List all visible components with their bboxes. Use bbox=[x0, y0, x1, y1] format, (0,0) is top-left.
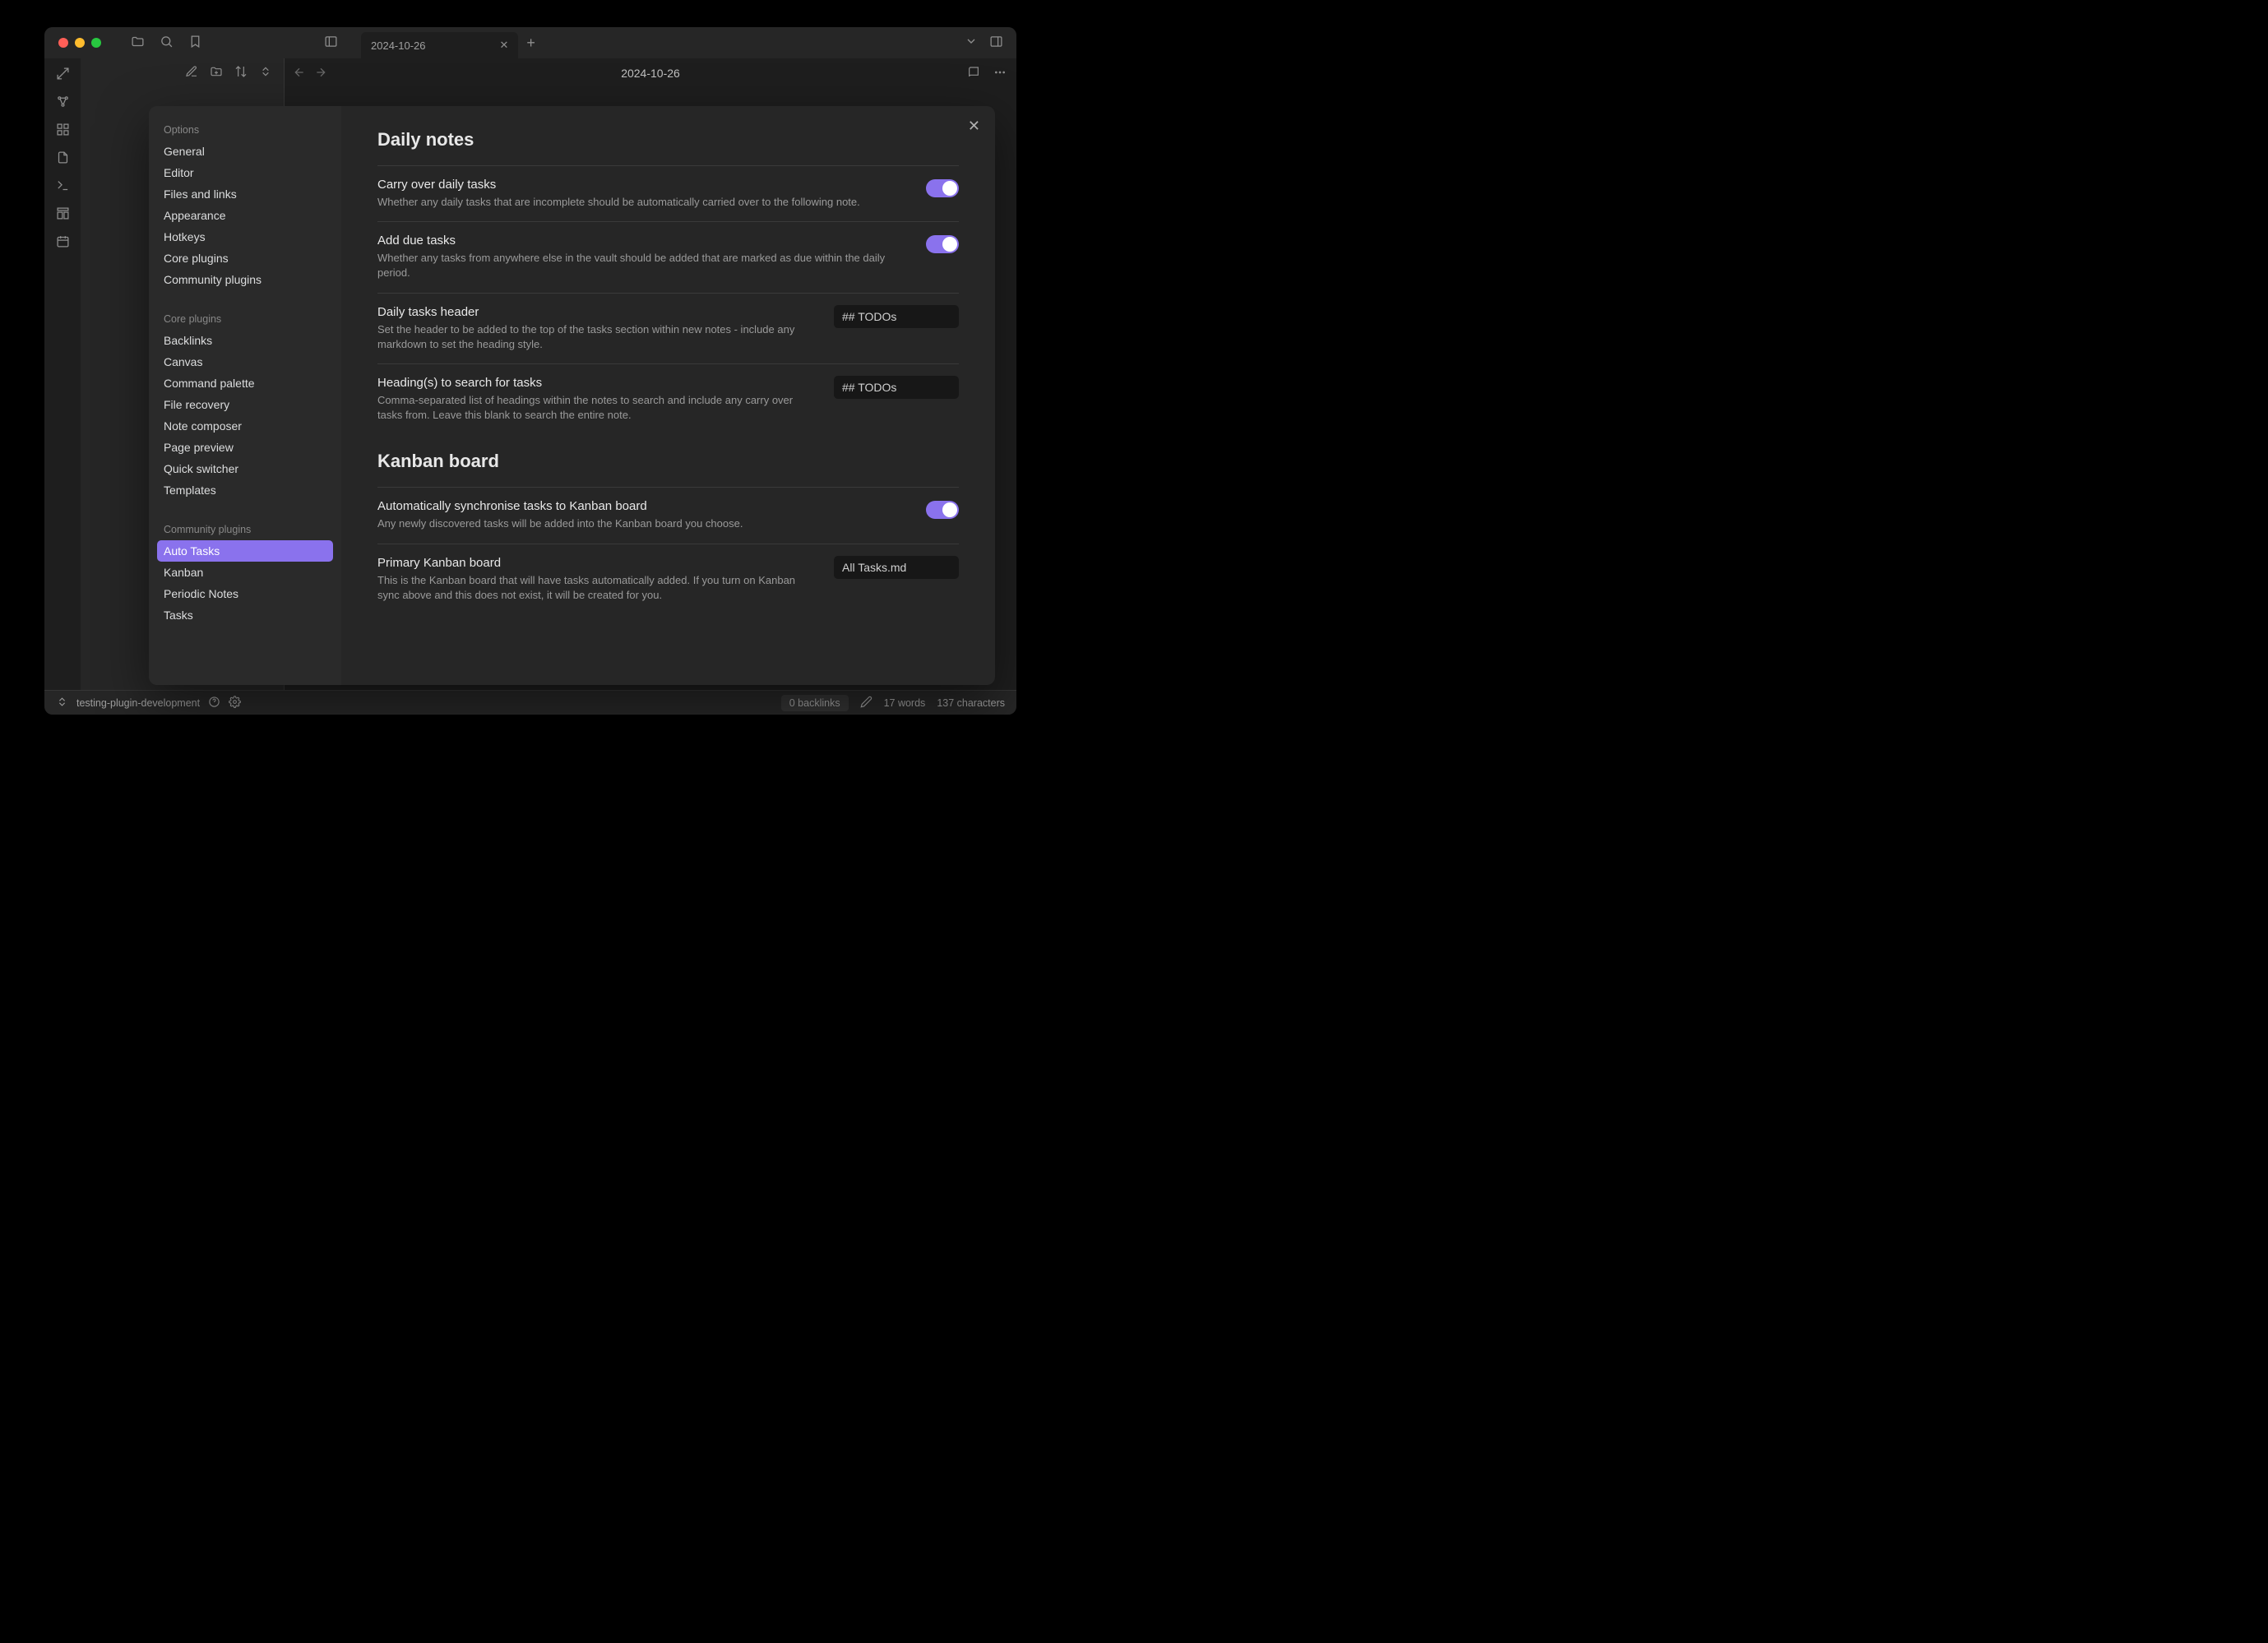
close-icon[interactable]: ✕ bbox=[968, 118, 980, 135]
window-controls bbox=[44, 38, 101, 48]
settings-section-label: Core plugins bbox=[157, 308, 333, 330]
settings-nav-templates[interactable]: Templates bbox=[157, 479, 333, 501]
settings-section-label: Community plugins bbox=[157, 519, 333, 540]
minimize-window-button[interactable] bbox=[75, 38, 85, 48]
collapse-icon[interactable] bbox=[259, 65, 272, 81]
setting-name: Carry over daily tasks bbox=[377, 178, 910, 192]
settings-content: ✕ Daily notes Carry over daily tasks Wheth… bbox=[341, 106, 995, 685]
setting-name: Add due tasks bbox=[377, 234, 910, 248]
tab[interactable]: 2024-10-26 ✕ bbox=[361, 32, 518, 58]
setting-description: Whether any tasks from anywhere else in … bbox=[377, 251, 910, 280]
title-bar: 2024-10-26 ✕ + bbox=[44, 27, 1016, 58]
nav-forward-icon[interactable] bbox=[314, 66, 327, 81]
new-folder-icon[interactable] bbox=[210, 65, 223, 81]
template-icon[interactable] bbox=[56, 206, 70, 223]
setting-description: This is the Kanban board that will have … bbox=[377, 573, 817, 603]
settings-nav-periodic-notes[interactable]: Periodic Notes bbox=[157, 583, 333, 604]
settings-nav-hotkeys[interactable]: Hotkeys bbox=[157, 226, 333, 248]
settings-nav-kanban[interactable]: Kanban bbox=[157, 562, 333, 583]
settings-nav-core-plugins[interactable]: Core plugins bbox=[157, 248, 333, 269]
daily-note-icon[interactable] bbox=[56, 150, 70, 167]
settings-nav-general[interactable]: General bbox=[157, 141, 333, 162]
toggle[interactable] bbox=[926, 179, 959, 197]
settings-modal: OptionsGeneralEditorFiles and linksAppea… bbox=[149, 106, 995, 685]
vault-name[interactable]: testing-plugin-development bbox=[76, 697, 200, 709]
editor-title: 2024-10-26 bbox=[621, 67, 680, 80]
settings-nav-page-preview[interactable]: Page preview bbox=[157, 437, 333, 458]
text-input[interactable] bbox=[834, 556, 959, 579]
setting-description: Comma-separated list of headings within … bbox=[377, 393, 817, 423]
setting-name: Daily tasks header bbox=[377, 305, 817, 319]
toggle[interactable] bbox=[926, 501, 959, 519]
word-count: 17 words bbox=[884, 697, 926, 709]
backlinks-count[interactable]: 0 backlinks bbox=[781, 695, 849, 711]
bookmark-icon[interactable] bbox=[188, 35, 202, 51]
quick-switcher-icon[interactable] bbox=[56, 67, 70, 83]
settings-sidebar: OptionsGeneralEditorFiles and linksAppea… bbox=[149, 106, 341, 685]
pencil-icon[interactable] bbox=[860, 696, 872, 710]
left-sidebar-toggle-icon[interactable] bbox=[324, 35, 338, 51]
vault-switcher-icon[interactable] bbox=[56, 696, 68, 710]
status-bar: testing-plugin-development 0 backlinks 1… bbox=[44, 690, 1016, 715]
settings-nav-quick-switcher[interactable]: Quick switcher bbox=[157, 458, 333, 479]
setting-item: Add due tasks Whether any tasks from anyw… bbox=[377, 221, 959, 292]
help-icon[interactable] bbox=[208, 696, 220, 710]
new-tab-button[interactable]: + bbox=[526, 35, 535, 52]
setting-name: Automatically synchronise tasks to Kanba… bbox=[377, 499, 910, 513]
setting-item: Daily tasks header Set the header to be a… bbox=[377, 293, 959, 363]
command-palette-icon[interactable] bbox=[56, 178, 70, 195]
text-input[interactable] bbox=[834, 376, 959, 399]
files-icon[interactable] bbox=[131, 35, 145, 51]
settings-nav-tasks[interactable]: Tasks bbox=[157, 604, 333, 626]
settings-nav-editor[interactable]: Editor bbox=[157, 162, 333, 183]
settings-heading: Daily notes bbox=[377, 129, 959, 150]
app-window: 2024-10-26 ✕ + bbox=[44, 27, 1016, 715]
settings-icon[interactable] bbox=[229, 696, 241, 710]
setting-item: Primary Kanban board This is the Kanban b… bbox=[377, 544, 959, 614]
canvas-icon[interactable] bbox=[56, 123, 70, 139]
nav-back-icon[interactable] bbox=[293, 66, 306, 81]
setting-description: Any newly discovered tasks will be added… bbox=[377, 516, 910, 531]
settings-nav-community-plugins[interactable]: Community plugins bbox=[157, 269, 333, 290]
new-note-icon[interactable] bbox=[185, 65, 198, 81]
chevron-down-icon[interactable] bbox=[965, 35, 978, 51]
text-input[interactable] bbox=[834, 305, 959, 328]
close-window-button[interactable] bbox=[58, 38, 68, 48]
setting-name: Primary Kanban board bbox=[377, 556, 817, 570]
settings-nav-appearance[interactable]: Appearance bbox=[157, 205, 333, 226]
settings-heading: Kanban board bbox=[377, 451, 959, 472]
ribbon bbox=[44, 58, 81, 690]
setting-item: Heading(s) to search for tasks Comma-sepa… bbox=[377, 363, 959, 434]
char-count: 137 characters bbox=[937, 697, 1005, 709]
toggle[interactable] bbox=[926, 235, 959, 253]
settings-nav-auto-tasks[interactable]: Auto Tasks bbox=[157, 540, 333, 562]
sort-icon[interactable] bbox=[234, 65, 248, 81]
reading-view-icon[interactable] bbox=[967, 66, 980, 81]
settings-nav-note-composer[interactable]: Note composer bbox=[157, 415, 333, 437]
graph-icon[interactable] bbox=[56, 95, 70, 111]
setting-description: Set the header to be added to the top of… bbox=[377, 322, 817, 352]
right-sidebar-toggle-icon[interactable] bbox=[989, 35, 1003, 51]
settings-section-label: Options bbox=[157, 119, 333, 141]
setting-item: Carry over daily tasks Whether any daily … bbox=[377, 165, 959, 221]
maximize-window-button[interactable] bbox=[91, 38, 101, 48]
calendar-icon[interactable] bbox=[56, 234, 70, 251]
more-options-icon[interactable] bbox=[993, 66, 1007, 81]
setting-item: Automatically synchronise tasks to Kanba… bbox=[377, 487, 959, 543]
setting-description: Whether any daily tasks that are incompl… bbox=[377, 195, 910, 210]
settings-nav-files-and-links[interactable]: Files and links bbox=[157, 183, 333, 205]
settings-nav-backlinks[interactable]: Backlinks bbox=[157, 330, 333, 351]
setting-name: Heading(s) to search for tasks bbox=[377, 376, 817, 390]
settings-nav-file-recovery[interactable]: File recovery bbox=[157, 394, 333, 415]
settings-nav-command-palette[interactable]: Command palette bbox=[157, 373, 333, 394]
tab-title: 2024-10-26 bbox=[371, 39, 426, 52]
search-icon[interactable] bbox=[160, 35, 174, 51]
settings-nav-canvas[interactable]: Canvas bbox=[157, 351, 333, 373]
tab-close-icon[interactable]: ✕ bbox=[500, 39, 509, 52]
